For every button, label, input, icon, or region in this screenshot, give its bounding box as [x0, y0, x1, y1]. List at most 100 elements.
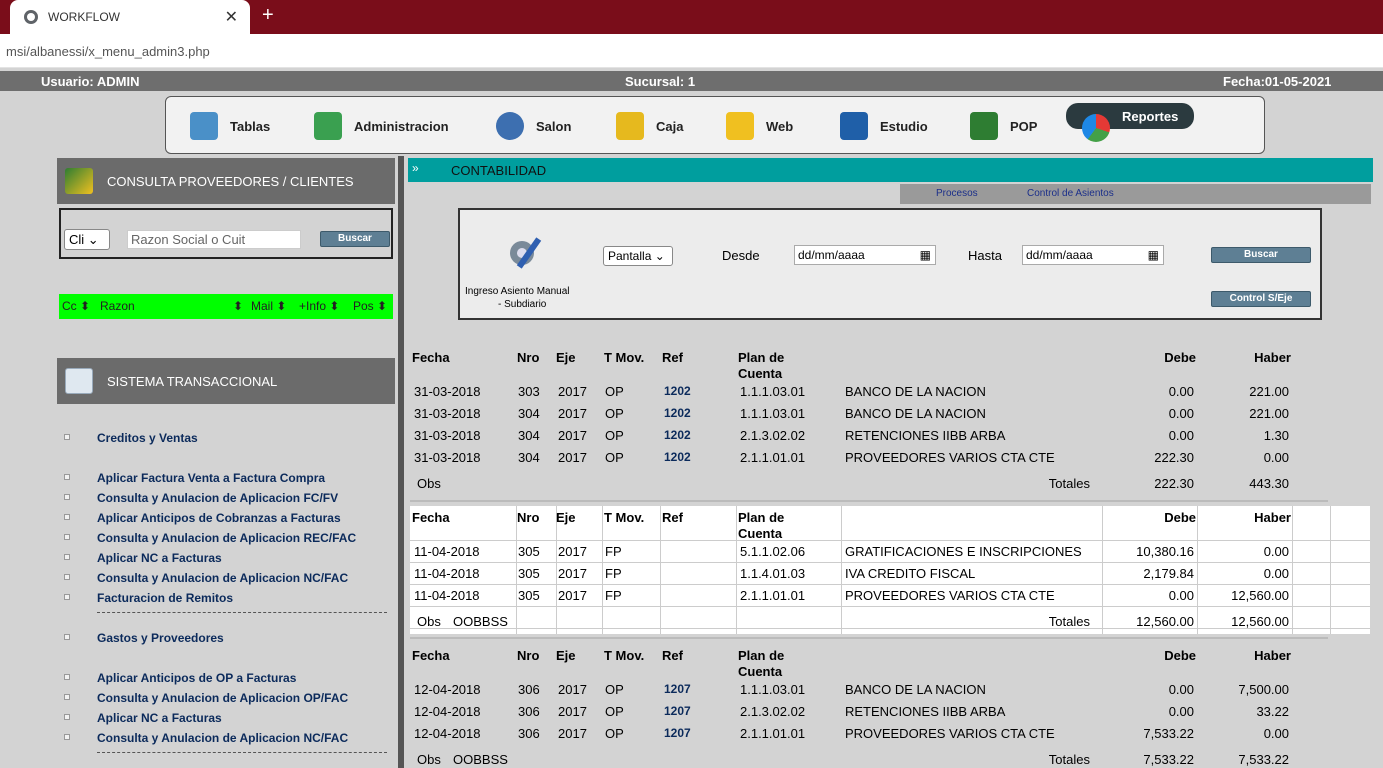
table-row[interactable]: 12-04-2018 306 2017 OP 1207 2.1.3.02.02 RETENC…	[410, 700, 1370, 722]
browser-tabbar: WORKFLOW ✕ +	[0, 0, 1383, 34]
cell-haber: 0.00	[1263, 566, 1289, 581]
header-debe: Debe	[1164, 350, 1196, 365]
table-row[interactable]: 11-04-2018 305 2017 FP 2.1.1.01.01 PROVEEDORE…	[410, 584, 1370, 606]
tab-control-asientos[interactable]: Control de Asientos	[1027, 188, 1114, 199]
cell-tmov: OP	[605, 682, 624, 697]
header-haber: Haber	[1254, 350, 1291, 365]
nav-tablas[interactable]: Tablas	[190, 109, 270, 143]
header-fecha: Fecha	[412, 510, 450, 525]
nav-administracion[interactable]: Administracion	[314, 109, 449, 143]
table-row[interactable]: 31-03-2018 304 2017 OP 1202 2.1.3.02.02 RETENC…	[410, 424, 1370, 446]
cell-ref-link[interactable]: 1207	[664, 726, 691, 740]
gear-pencil-icon[interactable]	[500, 228, 550, 278]
cell-ref-link[interactable]: 1207	[664, 682, 691, 696]
totales-label: Totales	[1048, 614, 1090, 629]
sidebar-link[interactable]: Gastos y Proveedores	[60, 630, 390, 646]
cell-cuenta: 2.1.1.01.01	[740, 588, 806, 603]
cell-ref-link[interactable]: 1202	[664, 406, 691, 420]
nav-pop[interactable]: POP	[970, 109, 1037, 143]
razon-social-input[interactable]: Razon Social o Cuit	[127, 230, 301, 249]
sidebar-link-label: Consulta y Anulacion de Aplicacion REC/F…	[97, 531, 357, 545]
header-eje: Eje	[556, 648, 576, 663]
table-row[interactable]: 31-03-2018 304 2017 OP 1202 1.1.1.03.01 BANCO …	[410, 402, 1370, 424]
nav-reportes[interactable]: Reportes	[1066, 103, 1195, 142]
nav-caja[interactable]: Caja	[616, 109, 683, 143]
nav-label: Web	[766, 118, 794, 134]
tab-procesos[interactable]: Procesos	[936, 188, 978, 199]
sidebar-link-label: Consulta y Anulacion de Aplicacion NC/FA…	[97, 731, 349, 745]
table-row[interactable]: 31-03-2018 303 2017 OP 1202 1.1.1.03.01 BANCO …	[410, 380, 1370, 402]
bullet-icon	[64, 714, 70, 720]
filter-buscar-button[interactable]: Buscar	[1211, 247, 1311, 263]
usuario-label: Usuario: ADMIN	[41, 74, 140, 89]
info-bar: Usuario: ADMIN Sucursal: 1 Fecha:01-05-2…	[0, 71, 1383, 91]
sidebar-link[interactable]: Consulta y Anulacion de Aplicacion NC/FA…	[60, 570, 390, 586]
cell-tmov: FP	[605, 566, 622, 581]
url-text[interactable]: msi/albanessi/x_menu_admin3.php	[6, 44, 210, 59]
consulta-buscar-button[interactable]: Buscar	[320, 231, 390, 247]
col-pos[interactable]: Pos ⬍	[353, 299, 387, 313]
hasta-date-input[interactable]: dd/mm/aaaa ▦	[1022, 245, 1164, 265]
col-mail[interactable]: Mail ⬍	[251, 299, 286, 313]
consulta-search-box: Cli ⌄ Razon Social o Cuit Buscar	[59, 208, 393, 259]
close-tab-icon[interactable]: ✕	[225, 7, 238, 27]
sidebar-link[interactable]: Consulta y Anulacion de Aplicacion FC/FV	[60, 490, 390, 506]
sidebar-link-label: Gastos y Proveedores	[97, 631, 224, 645]
cell-fecha: 31-03-2018	[414, 384, 481, 399]
obs-label: Obs	[417, 752, 441, 767]
web-key-icon	[726, 112, 754, 140]
cell-eje: 2017	[558, 682, 587, 697]
col-razon-sort[interactable]: ⬍	[233, 299, 243, 313]
browser-tab[interactable]: WORKFLOW ✕	[10, 0, 250, 34]
address-bar[interactable]: msi/albanessi/x_menu_admin3.php	[0, 34, 1383, 68]
new-tab-icon[interactable]: +	[262, 4, 274, 27]
cell-eje: 2017	[558, 566, 587, 581]
nav-web[interactable]: Web	[726, 109, 793, 143]
sidebar-link[interactable]: Aplicar Factura Venta a Factura Compra	[60, 470, 390, 486]
sidebar-link[interactable]: Aplicar NC a Facturas	[60, 550, 390, 566]
sidebar-link-label: Aplicar Anticipos de Cobranzas a Factura…	[97, 511, 341, 525]
cell-cuenta: 1.1.4.01.03	[740, 566, 806, 581]
sidebar-link[interactable]: Aplicar NC a Facturas	[60, 710, 390, 726]
header-haber: Haber	[1254, 510, 1291, 525]
desde-date-input[interactable]: dd/mm/aaaa ▦	[794, 245, 936, 265]
sidebar-link[interactable]: Facturacion de Remitos	[60, 590, 390, 606]
table-row[interactable]: 11-04-2018 305 2017 FP 1.1.4.01.03 IVA CREDIT…	[410, 562, 1370, 584]
header-ref: Ref	[662, 510, 683, 525]
col-cc[interactable]: Cc ⬍	[62, 299, 90, 313]
table-row[interactable]: 12-04-2018 306 2017 OP 1207 2.1.1.01.01 PROVEE…	[410, 722, 1370, 744]
sidebar-link[interactable]: Creditos y Ventas	[60, 430, 390, 446]
cell-ref-link[interactable]: 1202	[664, 428, 691, 442]
cell-eje: 2017	[558, 406, 587, 421]
header-nro: Nro	[517, 350, 540, 365]
sidebar-link[interactable]: Consulta y Anulacion de Aplicacion OP/FA…	[60, 690, 390, 706]
table-row[interactable]: 12-04-2018 306 2017 OP 1207 1.1.1.03.01 BANCO …	[410, 678, 1370, 700]
control-seje-button[interactable]: Control S/Eje	[1211, 291, 1311, 307]
cell-ref-link[interactable]: 1202	[664, 384, 691, 398]
output-select[interactable]: Pantalla ⌄	[603, 246, 673, 266]
header-plan: Plan de	[738, 510, 785, 525]
totales-label: Totales	[1048, 752, 1090, 767]
client-type-select[interactable]: Cli ⌄	[64, 229, 110, 250]
sidebar-link[interactable]: Consulta y Anulacion de Aplicacion REC/F…	[60, 530, 390, 546]
sidebar-link[interactable]: Aplicar Anticipos de Cobranzas a Factura…	[60, 510, 390, 526]
sidebar-link-label: Aplicar NC a Facturas	[97, 551, 222, 565]
sidebar-link[interactable]: Aplicar Anticipos de OP a Facturas	[60, 670, 390, 686]
cell-ref-link[interactable]: 1207	[664, 704, 691, 718]
dashed-separator	[97, 612, 387, 613]
cell-nro: 304	[518, 428, 540, 443]
sidebar-link[interactable]: Consulta y Anulacion de Aplicacion NC/FA…	[60, 730, 390, 746]
table-row[interactable]: 31-03-2018 304 2017 OP 1202 2.1.1.01.01 PROVEE…	[410, 446, 1370, 468]
nav-estudio[interactable]: Estudio	[840, 109, 928, 143]
cell-desc: PROVEEDORES VARIOS CTA CTE	[845, 588, 1055, 603]
cell-nro: 305	[518, 566, 540, 581]
cell-ref-link[interactable]: 1202	[664, 450, 691, 464]
cash-icon	[616, 112, 644, 140]
col-razon[interactable]: Razon	[100, 299, 135, 313]
filter-panel: Ingreso Asiento Manual - Subdiario Panta…	[458, 208, 1322, 320]
header-cuenta: Cuenta	[738, 526, 783, 541]
total-haber: 443.30	[1249, 476, 1289, 491]
col-info[interactable]: +Info ⬍	[299, 299, 339, 313]
nav-salon[interactable]: Salon	[496, 109, 571, 143]
table-row[interactable]: 11-04-2018 305 2017 FP 5.1.1.02.06 GRATIFICAC…	[410, 540, 1370, 562]
